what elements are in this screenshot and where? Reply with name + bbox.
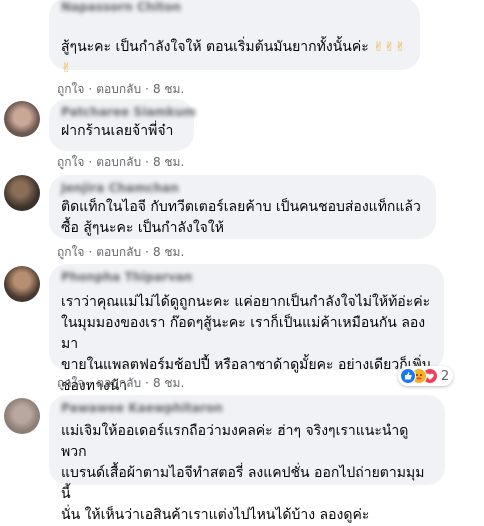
comment-actions: ถูกใจ · ตอบกลับ · 8 ชม. <box>57 153 184 172</box>
reaction-count: 2 <box>441 368 450 384</box>
avatar[interactable] <box>4 101 40 137</box>
like-button[interactable]: ถูกใจ <box>57 374 84 393</box>
comment-text: สู้ๆนะคะ เป็นกำลังใจให้ ตอนเริ่มต้นมันยา… <box>61 16 408 79</box>
like-button[interactable]: ถูกใจ <box>57 80 84 99</box>
reply-button[interactable]: ตอบกลับ <box>96 374 141 393</box>
separator-dot: · <box>88 245 93 259</box>
comment-actions: ถูกใจ · ตอบกลับ · 8 ชม. <box>57 374 184 393</box>
comment-body: แม่เจิมให้ออเดอร์แรกถือว่ามงคลค่ะ ฮ่าๆ จ… <box>61 423 425 523</box>
comment-author[interactable]: Phonpha Thiparvan <box>61 269 432 286</box>
separator-dot: · <box>88 82 93 96</box>
comment-actions: ถูกใจ · ตอบกลับ · 8 ชม. <box>57 243 184 262</box>
separator-dot: · <box>88 376 93 390</box>
reply-button[interactable]: ตอบกลับ <box>96 80 141 99</box>
thumbs-up-icon <box>400 368 416 384</box>
avatar[interactable] <box>4 266 40 302</box>
like-button[interactable]: ถูกใจ <box>57 153 84 172</box>
comment-author[interactable]: Jenjira Chamchan <box>61 180 424 197</box>
reply-button[interactable]: ตอบกลับ <box>96 243 141 262</box>
like-button[interactable]: ถูกใจ <box>57 243 84 262</box>
comment-actions: ถูกใจ · ตอบกลับ · 8 ชม. <box>57 80 184 99</box>
separator-dot: · <box>145 82 149 96</box>
separator-dot: · <box>145 245 149 259</box>
comment-bubble: Pawawee Kaewphitaron แม่เจิมให้ออเดอร์แร… <box>49 395 445 523</box>
comment-timestamp[interactable]: 8 ชม. <box>153 374 184 393</box>
comment-body: ฝากร้านเลยจ้าพี่จ๋า <box>61 123 174 139</box>
separator-dot: · <box>145 376 149 390</box>
comment-body: ติดแท็กในไอจี กับทวีตเตอร์เลยค้าบ เป็นคน… <box>61 199 421 236</box>
reply-button[interactable]: ตอบกลับ <box>96 153 141 172</box>
comment-author[interactable]: Napassorn Chiton <box>61 0 408 16</box>
comment-author[interactable]: Pawawee Kaewphitaron <box>61 400 433 417</box>
comment-bubble: Patcharee Siamkum ฝากร้านเลยจ้าพี่จ๋า <box>49 99 196 151</box>
comment-bubble: Jenjira Chamchan ติดแท็กในไอจี กับทวีตเต… <box>49 175 436 239</box>
comment-timestamp[interactable]: 8 ชม. <box>153 153 184 172</box>
comment-author[interactable]: Patcharee Siamkum <box>61 104 196 121</box>
separator-dot: · <box>88 155 93 169</box>
reaction-summary[interactable]: 2 <box>398 366 454 386</box>
comment-body: สู้ๆนะคะ เป็นกำลังใจให้ ตอนเริ่มต้นมันยา… <box>61 39 369 55</box>
separator-dot: · <box>145 155 149 169</box>
comment-bubble: Napassorn Chiton สู้ๆนะคะ เป็นกำลังใจให้… <box>49 0 420 76</box>
comment-bubble: Phonpha Thiparvan เราว่าคุณแม่ไม่ได้ดูถู… <box>49 264 444 394</box>
avatar[interactable] <box>4 398 40 434</box>
comment-timestamp[interactable]: 8 ชม. <box>153 243 184 262</box>
avatar[interactable] <box>4 175 40 211</box>
comment-timestamp[interactable]: 8 ชม. <box>153 80 184 99</box>
